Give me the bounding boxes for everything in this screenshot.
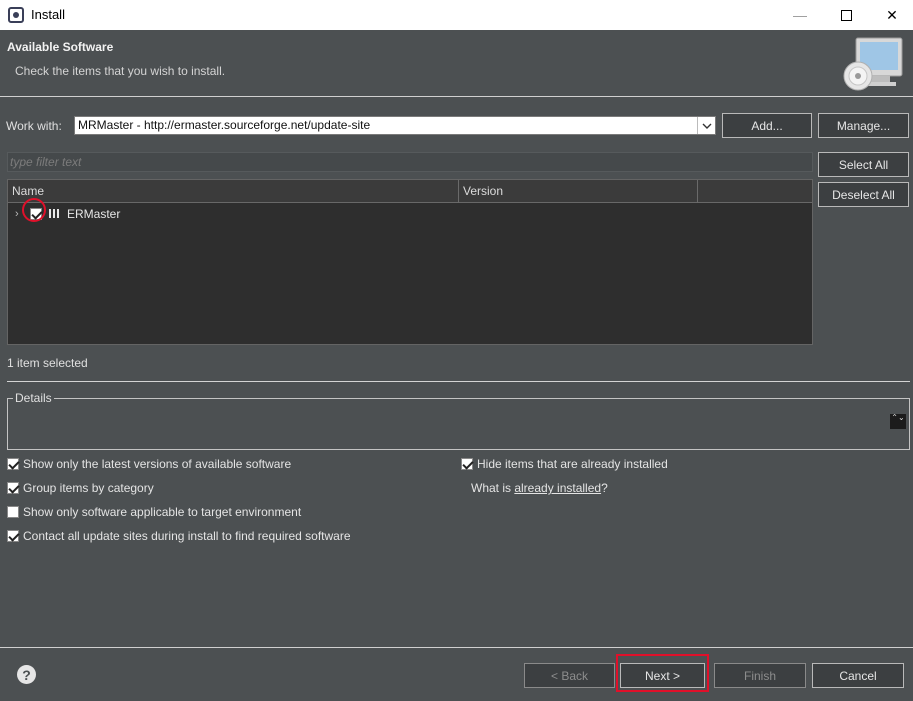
what-is-suffix: ? bbox=[601, 481, 608, 495]
select-all-button[interactable]: Select All bbox=[818, 152, 909, 177]
close-button[interactable]: ✕ bbox=[869, 0, 913, 30]
page-title: Available Software bbox=[7, 40, 114, 54]
install-monitor-icon bbox=[843, 37, 903, 91]
already-installed-link[interactable]: already installed bbox=[514, 481, 601, 495]
work-with-value: MRMaster - http://ermaster.sourceforge.n… bbox=[78, 118, 371, 132]
column-version-header[interactable]: Version bbox=[463, 184, 503, 198]
hide-installed-label: Hide items that are already installed bbox=[477, 457, 668, 471]
option-latest-versions[interactable]: Show only the latest versions of availab… bbox=[7, 456, 291, 472]
feature-icon bbox=[49, 209, 62, 218]
option-group-by-category[interactable]: Group items by category bbox=[7, 480, 154, 496]
help-icon[interactable]: ? bbox=[17, 665, 36, 684]
option-hide-installed[interactable]: Hide items that are already installed bbox=[461, 456, 668, 472]
add-site-button[interactable]: Add... bbox=[722, 113, 812, 138]
applicable-only-label: Show only software applicable to target … bbox=[23, 505, 302, 519]
finish-button[interactable]: Finish bbox=[714, 663, 806, 688]
deselect-all-button[interactable]: Deselect All bbox=[818, 182, 909, 207]
option-applicable-only[interactable]: Show only software applicable to target … bbox=[7, 504, 301, 520]
latest-versions-checkbox[interactable] bbox=[7, 458, 19, 470]
filter-input[interactable]: type filter text bbox=[7, 152, 813, 172]
wizard-banner: Available Software Check the items that … bbox=[0, 30, 913, 97]
column-divider[interactable] bbox=[458, 180, 459, 203]
table-header: Name Version bbox=[8, 180, 812, 203]
row-name: ERMaster bbox=[67, 207, 121, 221]
footer-separator bbox=[0, 647, 913, 648]
contact-sites-checkbox[interactable] bbox=[7, 530, 19, 542]
work-with-combo[interactable]: MRMaster - http://ermaster.sourceforge.n… bbox=[74, 116, 716, 135]
work-with-label: Work with: bbox=[6, 119, 62, 133]
maximize-button[interactable] bbox=[823, 0, 869, 30]
expand-arrow-icon[interactable]: › bbox=[15, 208, 19, 220]
hide-installed-checkbox[interactable] bbox=[461, 458, 473, 470]
what-is-installed-line: What is already installed ? bbox=[471, 480, 608, 496]
what-is-prefix: What is bbox=[471, 481, 515, 495]
details-group bbox=[7, 398, 910, 450]
software-table[interactable]: Name Version › ERMaster bbox=[7, 179, 813, 345]
page-description: Check the items that you wish to install… bbox=[15, 64, 226, 78]
column-name-header[interactable]: Name bbox=[12, 184, 44, 198]
back-button[interactable]: < Back bbox=[524, 663, 615, 688]
window-title: Install bbox=[31, 7, 65, 22]
minimize-button[interactable]: — bbox=[777, 0, 823, 30]
applicable-only-checkbox[interactable] bbox=[7, 506, 19, 518]
contact-sites-label: Contact all update sites during install … bbox=[23, 529, 351, 543]
highlight-rectangle bbox=[616, 654, 709, 692]
option-contact-sites[interactable]: Contact all update sites during install … bbox=[7, 528, 351, 544]
selection-status: 1 item selected bbox=[7, 356, 88, 370]
eclipse-app-icon bbox=[8, 7, 24, 23]
details-scroll-icon[interactable]: ⌃⌄ bbox=[890, 414, 906, 429]
window-titlebar: Install — ✕ bbox=[0, 0, 913, 30]
manage-sites-button[interactable]: Manage... bbox=[818, 113, 909, 138]
table-row[interactable]: › ERMaster bbox=[8, 204, 812, 224]
group-by-category-checkbox[interactable] bbox=[7, 482, 19, 494]
highlight-circle bbox=[22, 198, 46, 222]
latest-versions-label: Show only the latest versions of availab… bbox=[23, 457, 292, 471]
group-by-category-label: Group items by category bbox=[23, 481, 154, 495]
maximize-icon bbox=[840, 9, 852, 21]
details-label: Details bbox=[13, 391, 54, 405]
column-divider[interactable] bbox=[697, 180, 698, 203]
chevron-down-icon[interactable] bbox=[697, 117, 715, 134]
separator bbox=[7, 381, 910, 382]
cancel-button[interactable]: Cancel bbox=[812, 663, 904, 688]
